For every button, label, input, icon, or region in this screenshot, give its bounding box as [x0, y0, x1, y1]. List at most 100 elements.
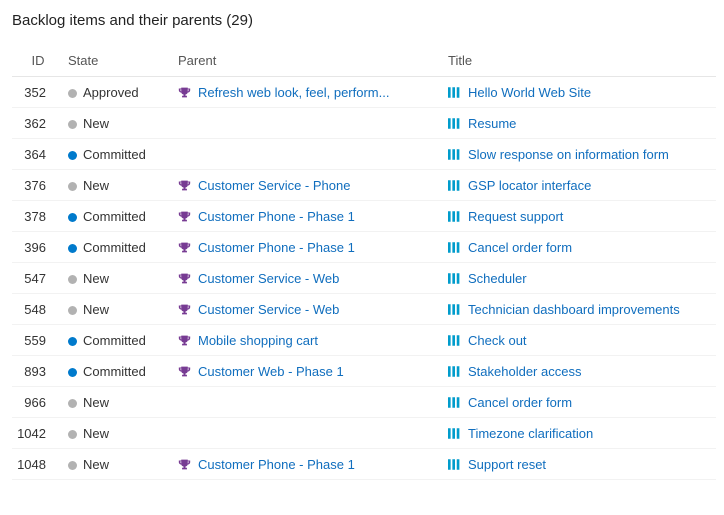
title-link[interactable]: Technician dashboard improvements	[468, 302, 680, 317]
cell-parent	[174, 139, 444, 170]
table-row[interactable]: 364CommittedSlow response on information…	[12, 139, 716, 170]
table-row[interactable]: 376NewCustomer Service - PhoneGSP locato…	[12, 170, 716, 201]
feature-trophy-icon	[178, 334, 192, 347]
title-link[interactable]: Stakeholder access	[468, 364, 581, 379]
title-link[interactable]: Timezone clarification	[468, 426, 593, 441]
cell-state: New	[64, 449, 174, 480]
cell-title: Request support	[444, 201, 716, 232]
title-link[interactable]: Resume	[468, 116, 516, 131]
cell-title: Technician dashboard improvements	[444, 294, 716, 325]
title-link[interactable]: Scheduler	[468, 271, 527, 286]
cell-id: 376	[12, 170, 64, 201]
cell-title: Hello World Web Site	[444, 77, 716, 108]
parent-link[interactable]: Customer Web - Phase 1	[198, 364, 344, 379]
cell-parent: Customer Phone - Phase 1	[174, 232, 444, 263]
cell-parent	[174, 418, 444, 449]
parent-link[interactable]: Customer Phone - Phase 1	[198, 240, 355, 255]
title-link[interactable]: Support reset	[468, 457, 546, 472]
cell-state: New	[64, 263, 174, 294]
cell-title: Scheduler	[444, 263, 716, 294]
state-label: Approved	[83, 85, 139, 100]
state-dot-icon	[68, 337, 77, 346]
title-link[interactable]: GSP locator interface	[468, 178, 591, 193]
state-label: New	[83, 271, 109, 286]
table-row[interactable]: 547NewCustomer Service - WebScheduler	[12, 263, 716, 294]
cell-state: New	[64, 108, 174, 139]
cell-state: Committed	[64, 139, 174, 170]
title-link[interactable]: Cancel order form	[468, 240, 572, 255]
backlog-item-icon	[448, 396, 462, 409]
table-row[interactable]: 559Committed Mobile shopping cart Check ou…	[12, 325, 716, 356]
cell-parent: Customer Service - Phone	[174, 170, 444, 201]
col-header-title[interactable]: Title	[444, 47, 716, 77]
cell-state: New	[64, 387, 174, 418]
state-label: Committed	[83, 147, 146, 162]
cell-title: Cancel order form	[444, 232, 716, 263]
cell-id: 396	[12, 232, 64, 263]
cell-state: Committed	[64, 201, 174, 232]
title-link[interactable]: Request support	[468, 209, 563, 224]
table-row[interactable]: 548NewCustomer Service - WebTechnician d…	[12, 294, 716, 325]
cell-parent	[174, 108, 444, 139]
backlog-item-icon	[448, 427, 462, 440]
table-row[interactable]: 966NewCancel order form	[12, 387, 716, 418]
backlog-item-icon	[448, 303, 462, 316]
parent-link[interactable]: Customer Phone - Phase 1	[198, 457, 355, 472]
cell-id: 559	[12, 325, 64, 356]
parent-link[interactable]: Customer Service - Phone	[198, 178, 350, 193]
cell-state: Committed	[64, 325, 174, 356]
backlog-item-icon	[448, 334, 462, 347]
cell-parent: Customer Service - Web	[174, 294, 444, 325]
col-header-id[interactable]: ID	[12, 47, 64, 77]
col-header-parent[interactable]: Parent	[174, 47, 444, 77]
cell-id: 1048	[12, 449, 64, 480]
cell-parent: Customer Phone - Phase 1	[174, 201, 444, 232]
state-dot-icon	[68, 151, 77, 160]
state-dot-icon	[68, 275, 77, 284]
parent-link[interactable]: Mobile shopping cart	[198, 333, 318, 348]
feature-trophy-icon	[178, 458, 192, 471]
feature-trophy-icon	[178, 272, 192, 285]
state-dot-icon	[68, 182, 77, 191]
state-dot-icon	[68, 120, 77, 129]
feature-trophy-icon	[178, 86, 192, 99]
col-header-state[interactable]: State	[64, 47, 174, 77]
state-label: Committed	[83, 209, 146, 224]
table-row[interactable]: 352ApprovedRefresh web look, feel, perfo…	[12, 77, 716, 108]
state-dot-icon	[68, 89, 77, 98]
backlog-item-icon	[448, 241, 462, 254]
backlog-item-icon	[448, 86, 462, 99]
parent-link[interactable]: Customer Service - Web	[198, 271, 339, 286]
title-link[interactable]: Check out	[468, 333, 527, 348]
cell-parent: Customer Phone - Phase 1	[174, 449, 444, 480]
title-link[interactable]: Slow response on information form	[468, 147, 669, 162]
parent-link[interactable]: Refresh web look, feel, perform...	[198, 85, 389, 100]
cell-id: 362	[12, 108, 64, 139]
table-row[interactable]: 362New Resume	[12, 108, 716, 139]
backlog-item-icon	[448, 117, 462, 130]
feature-trophy-icon	[178, 210, 192, 223]
cell-state: New	[64, 418, 174, 449]
table-row[interactable]: 893CommittedCustomer Web - Phase 1Stakeh…	[12, 356, 716, 387]
header-row: ID State Parent Title	[12, 47, 716, 77]
table-row[interactable]: 396Committed Customer Phone - Phase 1 Canc…	[12, 232, 716, 263]
cell-title: Timezone clarification	[444, 418, 716, 449]
backlog-item-icon	[448, 272, 462, 285]
table-row[interactable]: 378CommittedCustomer Phone - Phase 1Requ…	[12, 201, 716, 232]
state-label: New	[83, 302, 109, 317]
parent-link[interactable]: Customer Phone - Phase 1	[198, 209, 355, 224]
table-row[interactable]: 1042NewTimezone clarification	[12, 418, 716, 449]
cell-state: Approved	[64, 77, 174, 108]
state-label: Committed	[83, 364, 146, 379]
cell-parent: Customer Web - Phase 1	[174, 356, 444, 387]
title-link[interactable]: Hello World Web Site	[468, 85, 591, 100]
state-label: New	[83, 395, 109, 410]
table-row[interactable]: 1048New Customer Phone - Phase 1 Support r…	[12, 449, 716, 480]
cell-title: Cancel order form	[444, 387, 716, 418]
title-link[interactable]: Cancel order form	[468, 395, 572, 410]
cell-title: Check out	[444, 325, 716, 356]
cell-state: Committed	[64, 232, 174, 263]
feature-trophy-icon	[178, 365, 192, 378]
parent-link[interactable]: Customer Service - Web	[198, 302, 339, 317]
feature-trophy-icon	[178, 303, 192, 316]
